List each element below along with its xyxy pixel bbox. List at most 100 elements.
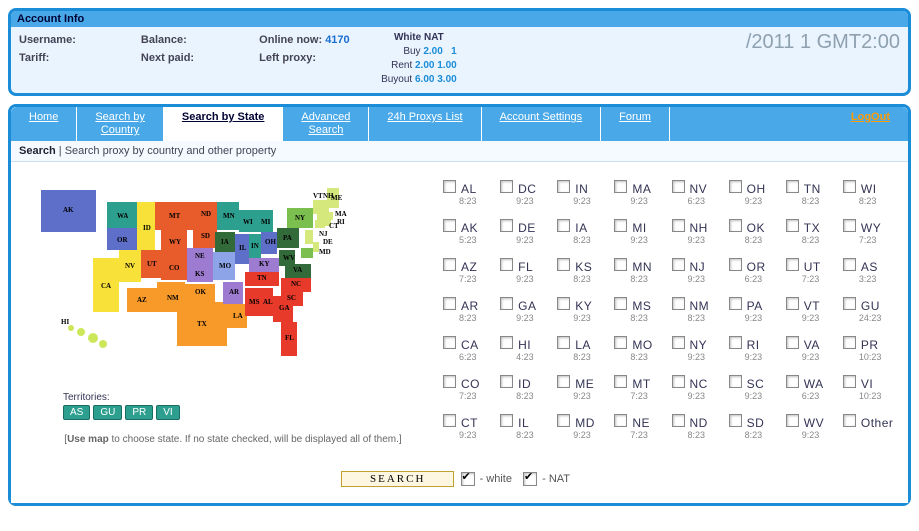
checkbox-icon[interactable] (443, 297, 456, 310)
map-state-ut[interactable]: UT (147, 260, 157, 268)
checkbox-icon[interactable] (443, 414, 456, 427)
state-ak[interactable]: AK5:23 (443, 219, 496, 250)
logout-link[interactable]: LogOut (833, 107, 908, 141)
tab-search-by-country[interactable]: Search by Country (77, 107, 164, 141)
state-ri[interactable]: RI9:23 (729, 336, 782, 367)
state-mt[interactable]: MT7:23 (614, 375, 667, 406)
checkbox-icon[interactable] (614, 414, 627, 427)
checkbox-icon[interactable] (557, 375, 570, 388)
checkbox-icon[interactable] (500, 258, 513, 271)
checkbox-icon[interactable] (786, 219, 799, 232)
state-ct[interactable]: CT9:23 (443, 414, 496, 445)
map-state-wv[interactable]: WV (283, 254, 295, 262)
state-ia[interactable]: IA8:23 (557, 219, 610, 250)
map-state-nv[interactable]: NV (125, 262, 135, 270)
map-state-ny[interactable]: NY (295, 214, 305, 222)
state-as[interactable]: AS3:23 (843, 258, 896, 289)
checkbox-icon[interactable] (843, 180, 856, 193)
map-state-va[interactable]: VA (293, 266, 302, 274)
checkbox-icon[interactable] (614, 375, 627, 388)
checkbox-icon[interactable] (443, 180, 456, 193)
map-state-la[interactable]: LA (233, 312, 243, 320)
checkbox-icon[interactable] (672, 258, 685, 271)
checkbox-icon[interactable] (443, 336, 456, 349)
state-la[interactable]: LA8:23 (557, 336, 610, 367)
checkbox-icon[interactable] (843, 375, 856, 388)
state-ma[interactable]: MA9:23 (614, 180, 667, 211)
checkbox-icon[interactable] (672, 180, 685, 193)
state-hi[interactable]: HI4:23 (500, 336, 553, 367)
state-ky[interactable]: KY9:23 (557, 297, 610, 328)
state-dc[interactable]: DC9:23 (500, 180, 553, 211)
checkbox-icon[interactable] (843, 219, 856, 232)
map-state-ca[interactable]: CA (101, 282, 111, 290)
checkbox-icon[interactable] (786, 336, 799, 349)
map-state-ne[interactable]: NE (195, 252, 205, 260)
tab-search-by-state[interactable]: Search by State (164, 107, 284, 141)
map-state-nc[interactable]: NC (291, 280, 301, 288)
checkbox-icon[interactable] (500, 375, 513, 388)
state-nv[interactable]: NV6:23 (672, 180, 725, 211)
map-state-md[interactable]: MD (319, 248, 331, 256)
state-wv[interactable]: WV9:23 (786, 414, 839, 445)
state-wa[interactable]: WA6:23 (786, 375, 839, 406)
checkbox-icon[interactable] (672, 414, 685, 427)
checkbox-icon[interactable] (729, 414, 742, 427)
map-state-nm[interactable]: NM (167, 294, 179, 302)
checkbox-icon[interactable] (557, 336, 570, 349)
tab-advanced-search[interactable]: Advanced Search (283, 107, 369, 141)
checkbox-icon[interactable] (443, 258, 456, 271)
checkbox-icon[interactable] (729, 297, 742, 310)
map-state-vt[interactable]: VT (313, 192, 323, 200)
state-ks[interactable]: KS8:23 (557, 258, 610, 289)
map-state-sc[interactable]: SC (287, 294, 296, 302)
state-nd[interactable]: ND8:23 (672, 414, 725, 445)
us-map[interactable]: AKWAORIDMTNDSDMNWINVUTWYCONEKSMOIAILINOH… (23, 180, 403, 390)
state-nj[interactable]: NJ9:23 (672, 258, 725, 289)
map-state-ak[interactable]: AK (63, 206, 74, 214)
state-va[interactable]: VA9:23 (786, 336, 839, 367)
state-ne[interactable]: NE7:23 (614, 414, 667, 445)
checkbox-icon[interactable] (557, 414, 570, 427)
checkbox-icon[interactable] (614, 297, 627, 310)
map-state-mt[interactable]: MT (169, 212, 181, 220)
white-checkbox[interactable] (461, 472, 475, 486)
state-vi[interactable]: VI10:23 (843, 375, 896, 406)
search-button[interactable]: SEARCH (341, 471, 454, 487)
checkbox-icon[interactable] (614, 219, 627, 232)
map-state-wa[interactable]: WA (117, 212, 128, 220)
nat-checkbox[interactable] (523, 472, 537, 486)
state-gu[interactable]: GU24:23 (843, 297, 896, 328)
map-state-id[interactable]: ID (143, 224, 151, 232)
state-co[interactable]: CO7:23 (443, 375, 496, 406)
map-state-tx[interactable]: TX (197, 320, 207, 328)
map-state-mi[interactable]: MI (261, 218, 271, 226)
map-state-ga[interactable]: GA (279, 304, 290, 312)
checkbox-icon[interactable] (614, 258, 627, 271)
map-state-ma[interactable]: MA (335, 210, 347, 218)
map-state-il[interactable]: IL (239, 244, 247, 252)
checkbox-icon[interactable] (786, 258, 799, 271)
territory-pr[interactable]: PR (125, 405, 153, 420)
checkbox-icon[interactable] (843, 297, 856, 310)
map-state-hi[interactable]: HI (61, 318, 69, 326)
state-pa[interactable]: PA9:23 (729, 297, 782, 328)
state-ms[interactable]: MS8:23 (614, 297, 667, 328)
checkbox-icon[interactable] (614, 336, 627, 349)
map-state-al[interactable]: AL (263, 298, 273, 306)
map-state-nj[interactable]: NJ (319, 230, 328, 238)
state-me[interactable]: ME9:23 (557, 375, 610, 406)
state-il[interactable]: IL8:23 (500, 414, 553, 445)
state-oh[interactable]: OH9:23 (729, 180, 782, 211)
checkbox-icon[interactable] (729, 258, 742, 271)
map-state-ks[interactable]: KS (195, 270, 204, 278)
checkbox-icon[interactable] (672, 219, 685, 232)
checkbox-icon[interactable] (500, 219, 513, 232)
state-fl[interactable]: FL9:23 (500, 258, 553, 289)
map-state-fl[interactable]: FL (285, 334, 294, 342)
state-ok[interactable]: OK8:23 (729, 219, 782, 250)
map-state-ok[interactable]: OK (195, 288, 206, 296)
map-state-in[interactable]: IN (251, 242, 259, 250)
state-wy[interactable]: WY7:23 (843, 219, 896, 250)
checkbox-icon[interactable] (786, 375, 799, 388)
